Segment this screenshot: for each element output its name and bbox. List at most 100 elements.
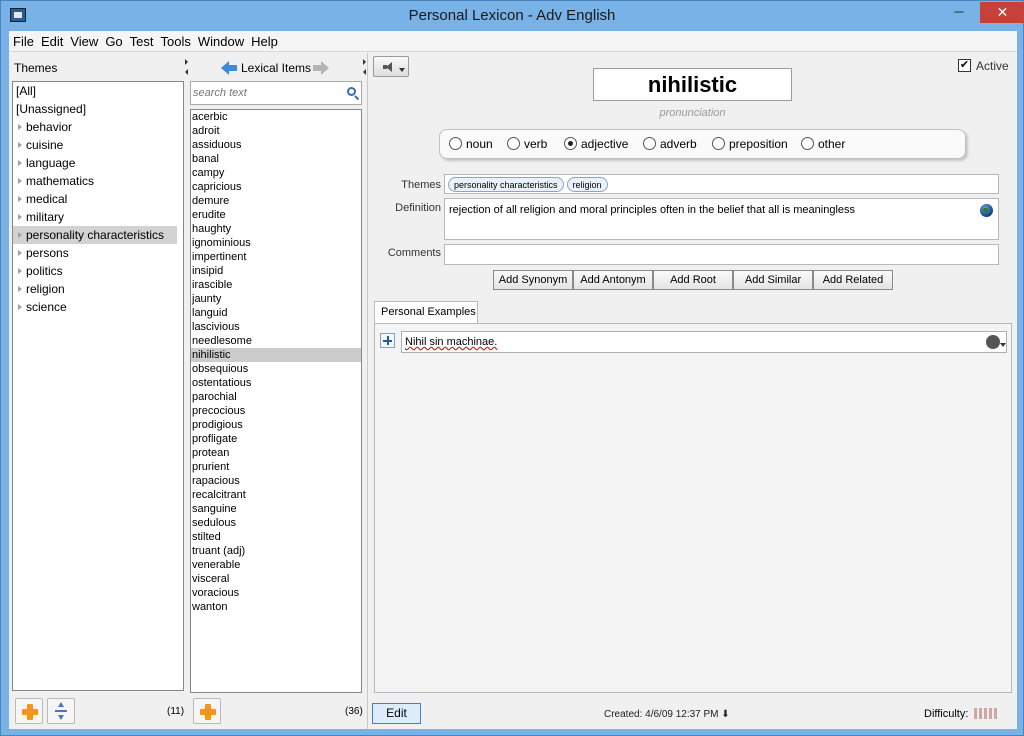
menu-file[interactable]: File (9, 31, 37, 49)
lexical-item[interactable]: adroit (191, 124, 361, 138)
lexical-item[interactable]: assiduous (191, 138, 361, 152)
theme-item[interactable]: politics (13, 262, 183, 280)
menu-window[interactable]: Window (194, 31, 247, 49)
menu-edit[interactable]: Edit (37, 31, 66, 49)
add-root-button[interactable]: Add Root (653, 270, 733, 290)
lexical-list[interactable]: acerbic adroit assiduous banal campy capricio… (190, 109, 362, 693)
radio-button[interactable] (712, 137, 725, 150)
theme-item[interactable]: religion (13, 280, 183, 298)
back-arrow-icon[interactable] (221, 61, 237, 75)
lexical-item[interactable]: voracious (191, 586, 361, 600)
collapse-right-icon[interactable] (363, 69, 366, 75)
tab-personal-examples[interactable]: Personal Examples (374, 301, 478, 323)
theme-item[interactable]: persons (13, 244, 183, 262)
lexical-item[interactable]: parochial (191, 390, 361, 404)
lexical-item[interactable]: campy (191, 166, 361, 180)
pronunciation-field[interactable]: pronunciation (593, 107, 792, 119)
lexical-item[interactable]: jaunty (191, 292, 361, 306)
lexical-item[interactable]: sedulous (191, 516, 361, 530)
active-checkbox[interactable]: ✔ Active (958, 58, 1018, 74)
forward-arrow-icon[interactable] (313, 61, 329, 75)
radio-button[interactable] (564, 137, 577, 150)
themes-list[interactable]: [All] [Unassigned] behavior cuisine language… (12, 81, 184, 691)
lexical-item[interactable]: venerable (191, 558, 361, 572)
add-synonym-button[interactable]: Add Synonym (493, 270, 573, 290)
gear-icon[interactable] (986, 335, 1000, 349)
theme-tag[interactable]: personality characteristics (448, 177, 564, 192)
add-similar-button[interactable]: Add Similar (733, 270, 813, 290)
pronounce-button[interactable] (373, 56, 409, 77)
lexical-item[interactable]: profligate (191, 432, 361, 446)
lexical-item[interactable]: lascivious (191, 320, 361, 334)
difficulty-meter[interactable] (974, 708, 1004, 720)
minimize-button[interactable]: ─ (946, 2, 972, 23)
collapse-left-icon[interactable] (185, 59, 188, 65)
menu-test[interactable]: Test (126, 31, 157, 49)
comments-field[interactable] (444, 244, 999, 265)
menu-help[interactable]: Help (247, 31, 281, 49)
example-field[interactable]: Nihil sin machinae. (401, 331, 1007, 353)
menu-go[interactable]: Go (101, 31, 125, 49)
lexical-item[interactable]: rapacious (191, 474, 361, 488)
lexical-item[interactable]: languid (191, 306, 361, 320)
lexical-item[interactable]: impertinent (191, 250, 361, 264)
lexical-item[interactable]: demure (191, 194, 361, 208)
lexical-item[interactable]: prodigious (191, 418, 361, 432)
word-field[interactable]: nihilistic (593, 68, 792, 101)
search-icon[interactable] (347, 87, 356, 96)
theme-item[interactable]: mathematics (13, 172, 183, 190)
lexical-item[interactable]: erudite (191, 208, 361, 222)
lexical-item[interactable]: wanton (191, 600, 361, 614)
globe-icon[interactable] (980, 204, 993, 217)
collapse-themes-button[interactable] (47, 698, 75, 724)
lexical-item[interactable]: irascible (191, 278, 361, 292)
theme-item[interactable]: cuisine (13, 136, 183, 154)
radio-button[interactable] (643, 137, 656, 150)
lexical-item[interactable]: precocious (191, 404, 361, 418)
lexical-item[interactable]: acerbic (191, 110, 361, 124)
menu-view[interactable]: View (66, 31, 101, 49)
theme-item[interactable]: personality characteristics (13, 226, 177, 244)
collapse-left-icon[interactable] (363, 59, 366, 65)
theme-item[interactable]: medical (13, 190, 183, 208)
lexical-item[interactable]: needlesome (191, 334, 361, 348)
search-input[interactable] (193, 85, 341, 101)
radio-button[interactable] (801, 137, 814, 150)
lexical-item[interactable]: capricious (191, 180, 361, 194)
theme-item[interactable]: science (13, 298, 183, 316)
add-related-button[interactable]: Add Related (813, 270, 893, 290)
theme-item[interactable]: [Unassigned] (13, 100, 183, 118)
lexical-item[interactable]: visceral (191, 572, 361, 586)
definition-field[interactable]: rejection of all religion and moral prin… (444, 198, 999, 240)
add-antonym-button[interactable]: Add Antonym (573, 270, 653, 290)
theme-item[interactable]: language (13, 154, 183, 172)
lexical-item[interactable]: insipid (191, 264, 361, 278)
radio-button[interactable] (507, 137, 520, 150)
lexical-item[interactable]: stilted (191, 530, 361, 544)
lexical-item[interactable]: ignominious (191, 236, 361, 250)
theme-item[interactable]: behavior (13, 118, 183, 136)
lexical-item[interactable]: nihilistic (191, 348, 361, 362)
themes-tags-field[interactable]: personality characteristics religion (444, 174, 999, 194)
radio-button[interactable] (449, 137, 462, 150)
lexical-item[interactable]: recalcitrant (191, 488, 361, 502)
close-button[interactable]: ✕ (980, 2, 1024, 23)
lexical-item[interactable]: obsequious (191, 362, 361, 376)
lexical-item[interactable]: truant (adj) (191, 544, 361, 558)
add-theme-button[interactable] (15, 698, 43, 724)
lexical-item[interactable]: prurient (191, 460, 361, 474)
lexical-item[interactable]: ostentatious (191, 376, 361, 390)
lexical-item[interactable]: haughty (191, 222, 361, 236)
theme-item[interactable]: [All] (13, 82, 183, 100)
lexical-item[interactable]: sanguine (191, 502, 361, 516)
collapse-right-icon[interactable] (185, 69, 188, 75)
add-lexical-item-button[interactable] (193, 698, 221, 724)
theme-tag[interactable]: religion (566, 177, 608, 192)
edit-button[interactable]: Edit (372, 703, 421, 724)
add-example-button[interactable] (380, 333, 395, 348)
menu-tools[interactable]: Tools (157, 31, 194, 49)
lexical-item[interactable]: banal (191, 152, 361, 166)
checkbox[interactable]: ✔ (958, 59, 971, 72)
lexical-item[interactable]: protean (191, 446, 361, 460)
theme-item[interactable]: military (13, 208, 183, 226)
